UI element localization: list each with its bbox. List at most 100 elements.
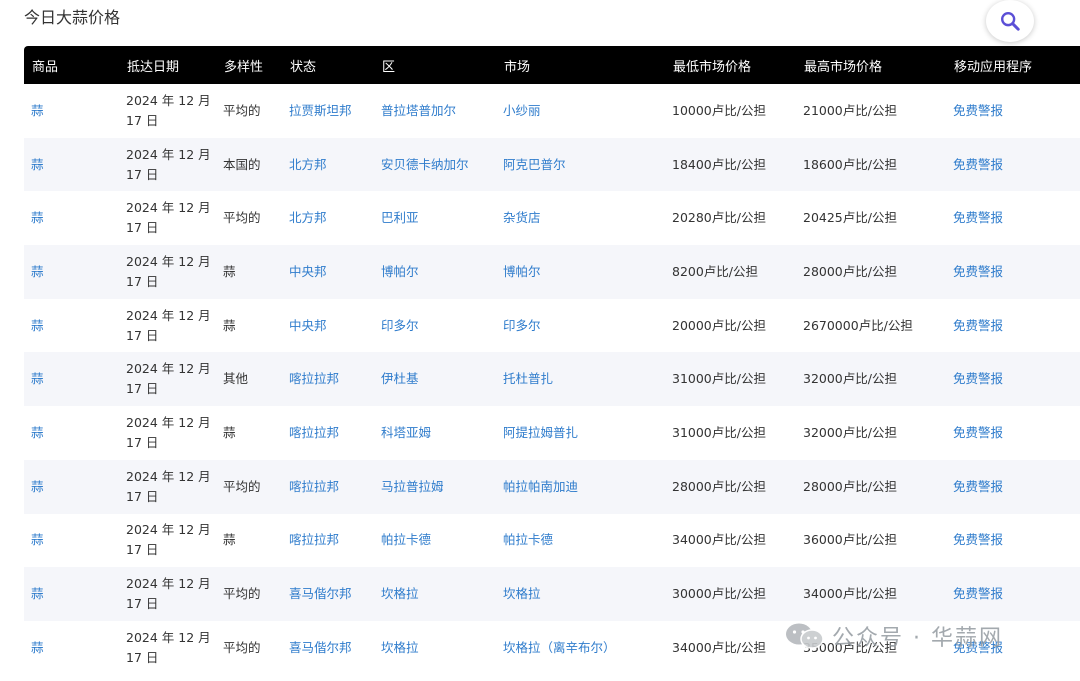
cell-district: 巴利亚	[374, 191, 496, 246]
cell-state: 喀拉拉邦	[282, 513, 374, 568]
cell-commodity-text[interactable]: 蒜	[31, 371, 44, 386]
cell-commodity-text[interactable]: 蒜	[31, 479, 44, 494]
cell-market-text[interactable]: 坎格拉	[503, 586, 541, 601]
cell-district-text[interactable]: 帕拉卡德	[381, 532, 431, 547]
cell-state-text[interactable]: 中央邦	[289, 264, 327, 279]
cell-variety: 平均的	[216, 459, 282, 514]
cell-max-price-text: 32000卢比/公担	[803, 424, 897, 440]
cell-commodity-text[interactable]: 蒜	[31, 425, 44, 440]
table-row: 蒜 2024 年 12 月 17 日蒜喀拉拉邦 科塔亚姆 阿提拉姆普扎 31000卢比/…	[24, 406, 1080, 460]
cell-arrival-date-text: 2024 年 12 月 17 日	[126, 414, 211, 450]
cell-commodity-text[interactable]: 蒜	[31, 264, 44, 279]
cell-district: 帕拉卡德	[374, 513, 496, 568]
cell-variety-text: 蒜	[223, 263, 236, 279]
cell-max-price-text: 28000卢比/公担	[803, 478, 897, 494]
cell-variety-text: 蒜	[223, 317, 236, 333]
cell-min-price-text: 31000卢比/公担	[672, 424, 766, 440]
cell-arrival-date: 2024 年 12 月 17 日	[119, 567, 216, 621]
cell-free-alert-link-text[interactable]: 免费警报	[953, 210, 1003, 225]
cell-district-text[interactable]: 坎格拉	[381, 586, 419, 601]
cell-market-text[interactable]: 帕拉帕南加迪	[503, 479, 578, 494]
search-button[interactable]	[986, 0, 1034, 42]
cell-free-alert-link: 免费警报	[946, 567, 1080, 621]
cell-market-text[interactable]: 杂货店	[503, 210, 541, 225]
header-variety: 多样性	[216, 46, 282, 84]
cell-arrival-date-text: 2024 年 12 月 17 日	[126, 468, 211, 504]
cell-arrival-date-text: 2024 年 12 月 17 日	[126, 576, 211, 612]
cell-arrival-date: 2024 年 12 月 17 日	[119, 620, 216, 675]
cell-district: 普拉塔普加尔	[374, 84, 496, 138]
cell-state-text[interactable]: 喜马偕尔邦	[289, 640, 352, 655]
header-mobile-app: 移动应用程序	[946, 46, 1080, 84]
cell-district-text[interactable]: 坎格拉	[381, 640, 419, 655]
cell-market: 帕拉帕南加迪	[496, 459, 665, 514]
cell-market-text[interactable]: 博帕尔	[503, 264, 541, 279]
cell-free-alert-link-text[interactable]: 免费警报	[953, 425, 1003, 440]
cell-arrival-date: 2024 年 12 月 17 日	[119, 352, 216, 407]
cell-arrival-date-text: 2024 年 12 月 17 日	[126, 146, 211, 182]
cell-arrival-date-text: 2024 年 12 月 17 日	[126, 522, 211, 558]
cell-variety-text: 本国的	[223, 156, 261, 172]
cell-state-text[interactable]: 喀拉拉邦	[289, 479, 339, 494]
cell-min-price: 20000卢比/公担	[665, 298, 796, 353]
cell-commodity-text[interactable]: 蒜	[31, 318, 44, 333]
cell-district-text[interactable]: 科塔亚姆	[381, 425, 431, 440]
cell-market-text[interactable]: 阿提拉姆普扎	[503, 425, 578, 440]
cell-district-text[interactable]: 普拉塔普加尔	[381, 103, 456, 118]
watermark: 公众号 · 华蒜网	[784, 620, 1003, 652]
price-table: 商品 抵达日期 多样性 状态 区 市场 最低市场价格 最高市场价格 移动应用程序…	[24, 46, 1080, 675]
cell-commodity: 蒜	[24, 84, 119, 138]
cell-free-alert-link-text[interactable]: 免费警报	[953, 103, 1003, 118]
cell-district-text[interactable]: 博帕尔	[381, 264, 419, 279]
wechat-icon	[786, 623, 824, 649]
cell-district-text[interactable]: 马拉普拉姆	[381, 479, 444, 494]
cell-district: 印多尔	[374, 298, 496, 353]
cell-state-text[interactable]: 喜马偕尔邦	[289, 586, 352, 601]
cell-state-text[interactable]: 喀拉拉邦	[289, 425, 339, 440]
cell-free-alert-link-text[interactable]: 免费警报	[953, 157, 1003, 172]
cell-max-price-text: 20425卢比/公担	[803, 210, 897, 226]
cell-market: 帕拉卡德	[496, 513, 665, 568]
table-row: 蒜 2024 年 12 月 17 日蒜中央邦 印多尔 印多尔 20000卢比/公担 267…	[24, 298, 1080, 353]
cell-market-text[interactable]: 印多尔	[503, 318, 541, 333]
cell-market-text[interactable]: 阿克巴普尔	[503, 157, 566, 172]
cell-district-text[interactable]: 巴利亚	[381, 210, 419, 225]
cell-free-alert-link-text[interactable]: 免费警报	[953, 318, 1003, 333]
cell-district-text[interactable]: 安贝德卡纳加尔	[381, 157, 469, 172]
cell-state-text[interactable]: 北方邦	[289, 157, 327, 172]
cell-commodity-text[interactable]: 蒜	[31, 157, 44, 172]
table-row: 蒜 2024 年 12 月 17 日平均的 北方邦 巴利亚 杂货店 20280卢比/公担 2…	[24, 191, 1080, 246]
cell-commodity-text[interactable]: 蒜	[31, 103, 44, 118]
cell-variety: 本国的	[216, 137, 282, 192]
cell-state-text[interactable]: 中央邦	[289, 318, 327, 333]
cell-min-price: 10000卢比/公担	[665, 84, 796, 138]
cell-state-text[interactable]: 喀拉拉邦	[289, 532, 339, 547]
cell-commodity-text[interactable]: 蒜	[31, 640, 44, 655]
cell-commodity-text[interactable]: 蒜	[31, 210, 44, 225]
cell-min-price: 30000卢比/公担	[665, 567, 796, 621]
cell-variety: 蒜	[216, 298, 282, 353]
cell-commodity-text[interactable]: 蒜	[31, 532, 44, 547]
cell-district-text[interactable]: 伊杜基	[381, 371, 419, 386]
cell-market: 博帕尔	[496, 245, 665, 299]
cell-market-text[interactable]: 坎格拉（离辛布尔）	[503, 640, 616, 655]
cell-state-text[interactable]: 北方邦	[289, 210, 327, 225]
cell-free-alert-link-text[interactable]: 免费警报	[953, 264, 1003, 279]
cell-variety-text: 平均的	[223, 586, 261, 602]
cell-free-alert-link: 免费警报	[946, 298, 1080, 353]
cell-district-text[interactable]: 印多尔	[381, 318, 419, 333]
cell-state: 北方邦	[282, 137, 374, 192]
cell-arrival-date-text: 2024 年 12 月 17 日	[126, 92, 211, 128]
cell-free-alert-link-text[interactable]: 免费警报	[953, 532, 1003, 547]
cell-variety: 平均的	[216, 620, 282, 675]
cell-free-alert-link-text[interactable]: 免费警报	[953, 586, 1003, 601]
cell-free-alert-link-text[interactable]: 免费警报	[953, 479, 1003, 494]
cell-arrival-date: 2024 年 12 月 17 日	[119, 191, 216, 246]
cell-state-text[interactable]: 喀拉拉邦	[289, 371, 339, 386]
cell-state-text[interactable]: 拉贾斯坦邦	[289, 103, 352, 118]
cell-commodity-text[interactable]: 蒜	[31, 586, 44, 601]
cell-market-text[interactable]: 帕拉卡德	[503, 532, 553, 547]
cell-market-text[interactable]: 小纱丽	[503, 103, 541, 118]
cell-market-text[interactable]: 托杜普扎	[503, 371, 553, 386]
cell-free-alert-link-text[interactable]: 免费警报	[953, 371, 1003, 386]
